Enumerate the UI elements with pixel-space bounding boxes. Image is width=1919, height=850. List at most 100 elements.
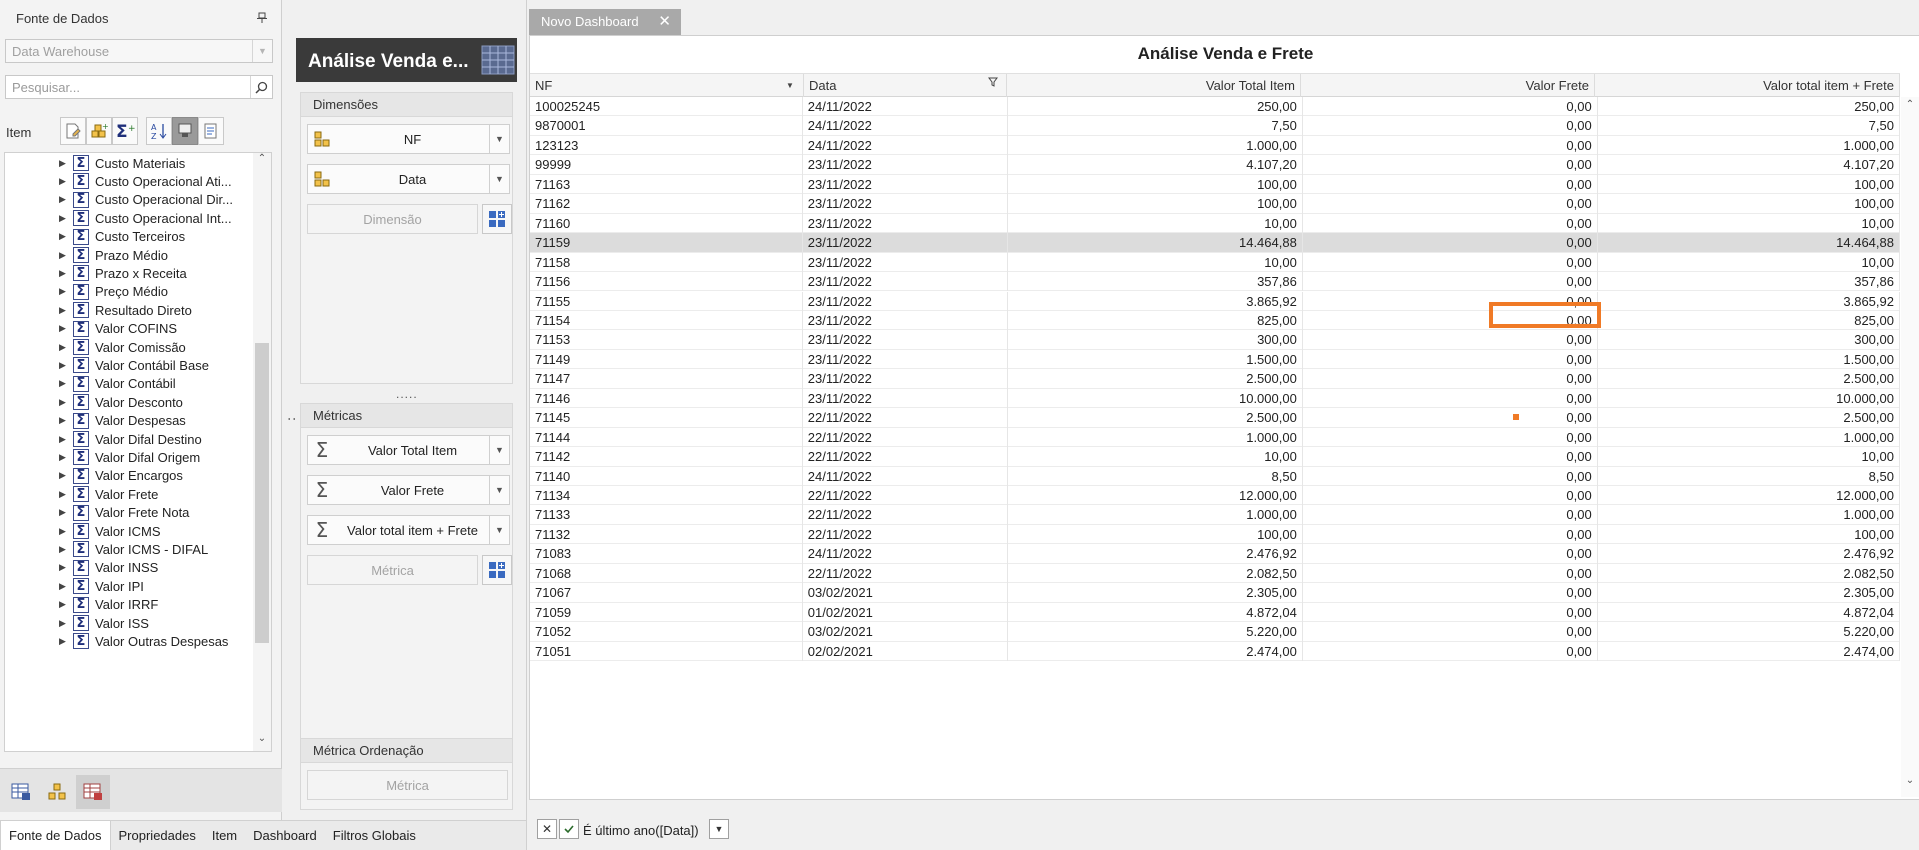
table-cell[interactable]: 0,00 <box>1303 388 1598 409</box>
table-cell[interactable]: 03/02/2021 <box>803 622 1008 642</box>
table-cell[interactable]: 23/11/2022 <box>803 213 1008 234</box>
datasource-select[interactable]: Data Warehouse ▼ <box>5 39 273 63</box>
chevron-up-icon[interactable]: ⌃ <box>253 153 271 169</box>
table-cell[interactable]: 357,86 <box>1598 272 1900 292</box>
table-cell[interactable]: 2.476,92 <box>1598 544 1900 564</box>
expand-icon[interactable]: ▶ <box>59 562 67 573</box>
table-cell[interactable]: 23/11/2022 <box>803 194 1008 214</box>
dimension-data[interactable]: Data ▼ <box>307 164 510 194</box>
table-cell[interactable]: 01/02/2021 <box>803 602 1008 623</box>
table-cell[interactable]: 23/11/2022 <box>803 369 1008 389</box>
table-cell[interactable]: 250,00 <box>1008 97 1303 117</box>
table-cell[interactable]: 71052 <box>530 622 803 642</box>
expand-icon[interactable]: ▶ <box>59 323 67 334</box>
tree-item[interactable]: ▶ Σ Valor Difal Origem <box>5 447 251 467</box>
expand-icon[interactable]: ▶ <box>59 213 67 224</box>
tab-dashboard[interactable]: Dashboard <box>245 821 325 850</box>
tree-item[interactable]: ▶ Σ Valor IPI <box>5 576 251 596</box>
table-row[interactable]: 71153 23/11/2022 300,00 0,00 300,00 <box>530 330 1900 350</box>
table-cell[interactable]: 71158 <box>530 252 803 273</box>
metric-valor-frete[interactable]: Σ Valor Frete ▼ <box>307 475 510 505</box>
tree-item[interactable]: ▶ Σ Custo Terceiros <box>5 227 251 247</box>
table-cell[interactable]: 0,00 <box>1303 447 1598 467</box>
table-cell[interactable]: 100,00 <box>1008 524 1303 545</box>
scroll-thumb[interactable] <box>255 343 269 643</box>
sort-desc-icon[interactable]: ▼ <box>786 81 794 90</box>
table-cell[interactable]: 23/11/2022 <box>803 233 1008 253</box>
table-cell[interactable]: 0,00 <box>1303 252 1598 273</box>
table-cell[interactable]: 1.000,00 <box>1008 135 1303 156</box>
tree-item[interactable]: ▶ Σ Valor Frete <box>5 484 251 504</box>
expand-icon[interactable]: ▶ <box>59 544 67 555</box>
table-cell[interactable]: 71051 <box>530 641 803 662</box>
expand-icon[interactable]: ▶ <box>59 250 67 261</box>
table-cell[interactable]: 0,00 <box>1303 602 1598 623</box>
table-row[interactable]: 71145 22/11/2022 2.500,00 0,00 2.500,00 <box>530 408 1900 428</box>
table-cell[interactable]: 357,86 <box>1008 272 1303 292</box>
table-cell[interactable]: 23/11/2022 <box>803 155 1008 175</box>
table-cell[interactable]: 4.872,04 <box>1598 602 1900 623</box>
expand-icon[interactable]: ▶ <box>59 489 67 500</box>
chevron-up-icon[interactable]: ⌃ <box>1901 99 1919 110</box>
expand-icon[interactable]: ▶ <box>59 599 67 610</box>
tree-item[interactable]: ▶ Σ Custo Operacional Ati... <box>5 171 251 191</box>
table-cell[interactable]: 2.082,50 <box>1008 563 1303 584</box>
expand-icon[interactable]: ▶ <box>59 378 67 389</box>
table-row[interactable]: 71068 22/11/2022 2.082,50 0,00 2.082,50 <box>530 563 1900 584</box>
table-row[interactable]: 71140 24/11/2022 8,50 0,00 8,50 <box>530 466 1900 486</box>
table-row[interactable]: 71052 03/02/2021 5.220,00 0,00 5.220,00 <box>530 622 1900 642</box>
table-cell[interactable]: 71132 <box>530 524 803 545</box>
table-cell[interactable]: 24/11/2022 <box>803 97 1008 117</box>
table-cell[interactable]: 100,00 <box>1598 194 1900 214</box>
table-row[interactable]: 71133 22/11/2022 1.000,00 0,00 1.000,00 <box>530 505 1900 525</box>
table-cell[interactable]: 0,00 <box>1303 466 1598 486</box>
table-cell[interactable]: 0,00 <box>1303 427 1598 448</box>
table-cell[interactable]: 14.464,88 <box>1008 233 1303 253</box>
table-row[interactable]: 71160 23/11/2022 10,00 0,00 10,00 <box>530 213 1900 234</box>
table-cell[interactable]: 10,00 <box>1008 213 1303 234</box>
table-cell[interactable]: 0,00 <box>1303 97 1598 117</box>
tree-item[interactable]: ▶ Σ Resultado Direto <box>5 300 251 320</box>
table-cell[interactable]: 0,00 <box>1303 486 1598 506</box>
table-cell[interactable]: 12.000,00 <box>1598 486 1900 506</box>
table-cell[interactable]: 8,50 <box>1008 466 1303 486</box>
add-metric-button[interactable]: Σ + <box>112 117 138 145</box>
table-cell[interactable]: 7,50 <box>1008 116 1303 136</box>
table-cell[interactable]: 71149 <box>530 349 803 370</box>
table-cell[interactable]: 0,00 <box>1303 369 1598 389</box>
table-cell[interactable]: 71162 <box>530 194 803 214</box>
table-cell[interactable]: 100,00 <box>1008 174 1303 195</box>
table-cell[interactable]: 24/11/2022 <box>803 135 1008 156</box>
tree-item[interactable]: ▶ Σ Valor Encargos <box>5 466 251 486</box>
table-cell[interactable]: 22/11/2022 <box>803 427 1008 448</box>
table-cell[interactable]: 2.500,00 <box>1008 369 1303 389</box>
table-cell[interactable]: 300,00 <box>1008 330 1303 350</box>
table-cell[interactable]: 2.305,00 <box>1008 583 1303 603</box>
table-cell[interactable]: 5.220,00 <box>1598 622 1900 642</box>
expand-icon[interactable]: ▶ <box>59 434 67 445</box>
table-cell[interactable]: 2.476,92 <box>1008 544 1303 564</box>
table-cell[interactable]: 71083 <box>530 544 803 564</box>
table-cell[interactable]: 71140 <box>530 466 803 486</box>
clear-filter-button[interactable]: ✕ <box>537 819 557 839</box>
expand-icon[interactable]: ▶ <box>59 268 67 279</box>
table-cell[interactable]: 100,00 <box>1008 194 1303 214</box>
table-cell[interactable]: 0,00 <box>1303 408 1598 428</box>
table-cell[interactable]: 300,00 <box>1598 330 1900 350</box>
chevron-down-icon[interactable]: ▼ <box>489 125 509 153</box>
chevron-down-icon[interactable]: ▼ <box>252 40 272 62</box>
table-cell[interactable]: 1.000,00 <box>1598 505 1900 525</box>
table-cell[interactable]: 5.220,00 <box>1008 622 1303 642</box>
section-splitter[interactable]: ..... <box>396 387 418 401</box>
tree-item[interactable]: ▶ Σ Valor Comissão <box>5 337 251 357</box>
column-header-valor-frete[interactable]: Valor Frete <box>1301 74 1595 97</box>
tree-item[interactable]: ▶ Σ Valor INSS <box>5 558 251 578</box>
sort-az-button[interactable]: AZ <box>146 117 172 145</box>
table-cell[interactable]: 02/02/2021 <box>803 641 1008 662</box>
table-cell[interactable]: 0,00 <box>1303 155 1598 175</box>
tree-item[interactable]: ▶ Σ Prazo Médio <box>5 245 251 265</box>
expand-icon[interactable]: ▶ <box>59 342 67 353</box>
table-cell[interactable]: 2.474,00 <box>1008 641 1303 662</box>
expand-icon[interactable]: ▶ <box>59 305 67 316</box>
table-cell[interactable]: 0,00 <box>1303 563 1598 584</box>
